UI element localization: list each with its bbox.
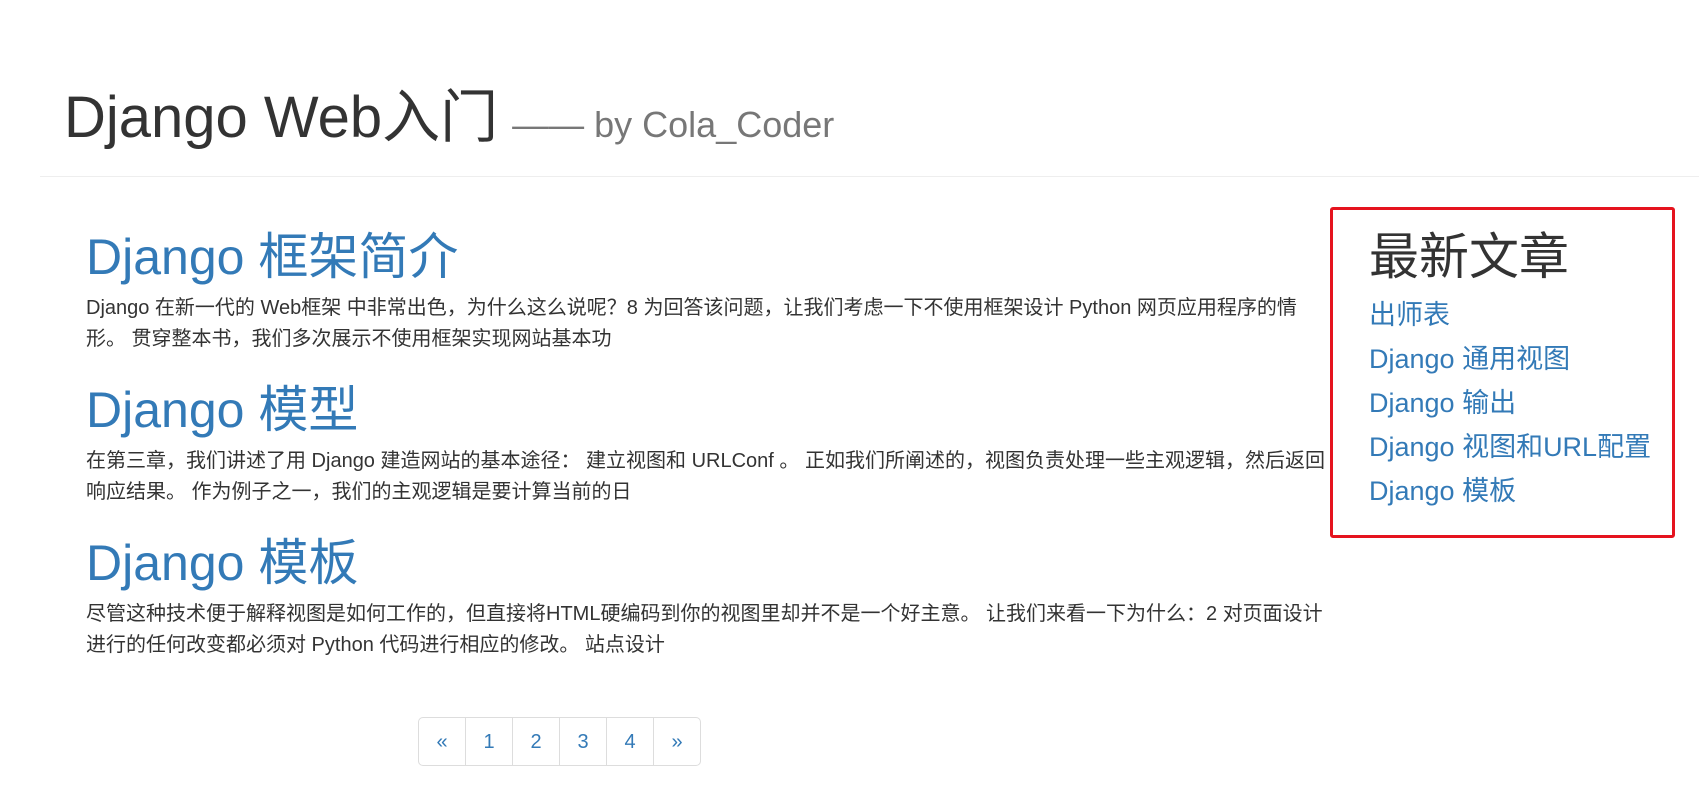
- pagination-prev-item: «: [418, 717, 466, 766]
- article-item: Django 框架简介 Django 在新一代的 Web框架 中非常出色，为什么…: [86, 230, 1326, 355]
- pagination-page-item: 2: [512, 717, 560, 766]
- article-list: Django 框架简介 Django 在新一代的 Web框架 中非常出色，为什么…: [86, 230, 1326, 689]
- article-excerpt: 尽管这种技术便于解释视图是如何工作的，但直接将HTML硬编码到你的视图里却并不是…: [86, 603, 1323, 656]
- pagination-page-item: 3: [559, 717, 607, 766]
- sidebar-title: 最新文章: [1369, 229, 1569, 285]
- article-excerpt: 在第三章，我们讲述了用 Django 建造网站的基本途径： 建立视图和 URLC…: [86, 450, 1325, 503]
- sidebar-link[interactable]: Django 视图和URL配置: [1369, 432, 1651, 462]
- pagination-page-1[interactable]: 1: [465, 717, 513, 766]
- article-title: Django 框架简介: [86, 230, 1326, 285]
- article-item: Django 模型 在第三章，我们讲述了用 Django 建造网站的基本途径： …: [86, 383, 1326, 508]
- page-header: Django Web入门 —— by Cola_Coder: [40, 72, 1699, 177]
- pagination-page-4[interactable]: 4: [606, 717, 654, 766]
- site-title: Django Web入门: [64, 85, 499, 150]
- pagination-next-item: »: [653, 717, 701, 766]
- sidebar-link-list: 出师表 Django 通用视图 Django 输出 Django 视图和URL配…: [1369, 293, 1672, 513]
- article-title-link[interactable]: Django 框架简介: [86, 229, 458, 285]
- pagination: « 1 2 3 4 »: [418, 717, 701, 766]
- pagination-page-2[interactable]: 2: [512, 717, 560, 766]
- pagination-page-item: 1: [465, 717, 513, 766]
- pagination-page-item: 4: [606, 717, 654, 766]
- article-title-link[interactable]: Django 模型: [86, 382, 358, 438]
- sidebar-link[interactable]: 出师表: [1369, 300, 1450, 330]
- page-title: Django Web入门 —— by Cola_Coder: [64, 86, 834, 150]
- pagination-next-button[interactable]: »: [653, 717, 701, 766]
- pagination-prev-button[interactable]: «: [418, 717, 466, 766]
- latest-articles-sidebar: 最新文章 出师表 Django 通用视图 Django 输出 Django 视图…: [1330, 207, 1675, 538]
- article-title: Django 模型: [86, 383, 1326, 438]
- sidebar-item: 出师表: [1369, 293, 1672, 337]
- sidebar-link[interactable]: Django 模板: [1369, 476, 1516, 506]
- article-title-link[interactable]: Django 模板: [86, 535, 358, 591]
- sidebar-link[interactable]: Django 通用视图: [1369, 344, 1570, 374]
- sidebar-item: Django 模板: [1369, 469, 1672, 513]
- pagination-page-3[interactable]: 3: [559, 717, 607, 766]
- sidebar-item: Django 通用视图: [1369, 337, 1672, 381]
- sidebar-item: Django 输出: [1369, 381, 1672, 425]
- article-title: Django 模板: [86, 536, 1326, 591]
- sidebar-item: Django 视图和URL配置: [1369, 425, 1672, 469]
- article-item: Django 模板 尽管这种技术便于解释视图是如何工作的，但直接将HTML硬编码…: [86, 536, 1326, 661]
- article-excerpt: Django 在新一代的 Web框架 中非常出色，为什么这么说呢？8 为回答该问…: [86, 297, 1297, 350]
- site-subtitle: —— by Cola_Coder: [512, 104, 835, 145]
- sidebar-link[interactable]: Django 输出: [1369, 388, 1516, 418]
